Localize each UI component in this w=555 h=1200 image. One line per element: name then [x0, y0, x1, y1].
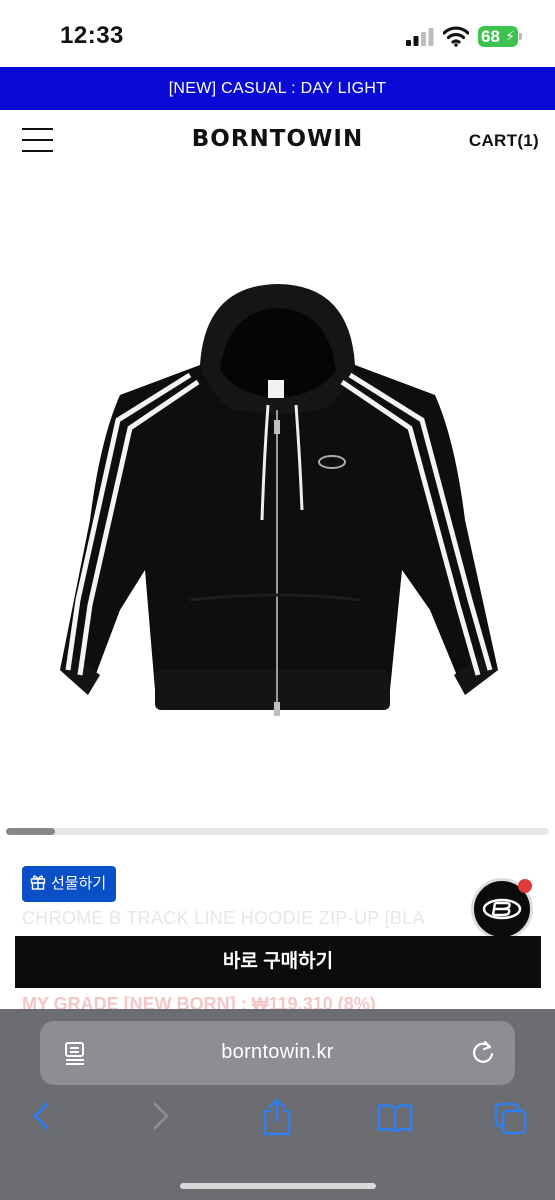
gift-button-label: 선물하기 — [51, 875, 107, 892]
floating-brand-badge[interactable] — [471, 878, 533, 940]
buy-now-button[interactable]: 바로 구매하기 — [15, 936, 541, 988]
battery-level: 68 — [481, 27, 500, 46]
status-bar: 12:33 68 ⚡ — [0, 0, 555, 68]
site-header: BORNTOWIN CART(1) — [0, 110, 555, 172]
back-icon[interactable] — [30, 1101, 52, 1131]
wifi-icon — [443, 26, 469, 47]
status-time: 12:33 — [60, 22, 124, 49]
black-track-hoodie-image[interactable] — [50, 270, 510, 740]
gift-icon — [30, 875, 46, 890]
share-icon[interactable] — [262, 1097, 292, 1137]
battery-icon: 68 ⚡ — [478, 26, 522, 47]
image-carousel-thumb[interactable] — [6, 828, 55, 835]
brand-b-logo-icon — [482, 898, 522, 920]
home-indicator[interactable] — [180, 1183, 376, 1189]
bookmarks-icon[interactable] — [377, 1103, 413, 1133]
charging-bolt-icon: ⚡ — [505, 28, 515, 44]
product-title: CHROME B TRACK LINE HOODIE ZIP-UP [BLA — [22, 908, 425, 928]
gift-button[interactable]: 선물하기 — [22, 866, 116, 902]
browser-toolbar: borntowin.kr — [0, 1009, 555, 1200]
promo-banner[interactable]: [NEW] CASUAL : DAY LIGHT — [0, 67, 555, 110]
forward-icon[interactable] — [150, 1101, 172, 1131]
reload-icon[interactable] — [471, 1040, 495, 1066]
image-carousel-scrollbar[interactable] — [6, 828, 549, 835]
url-text[interactable]: borntowin.kr — [40, 1041, 515, 1064]
cart-link[interactable]: CART(1) — [469, 131, 539, 151]
tabs-icon[interactable] — [494, 1102, 528, 1136]
signal-icon — [406, 28, 434, 46]
address-bar[interactable]: borntowin.kr — [40, 1021, 515, 1085]
notification-dot — [518, 879, 532, 893]
